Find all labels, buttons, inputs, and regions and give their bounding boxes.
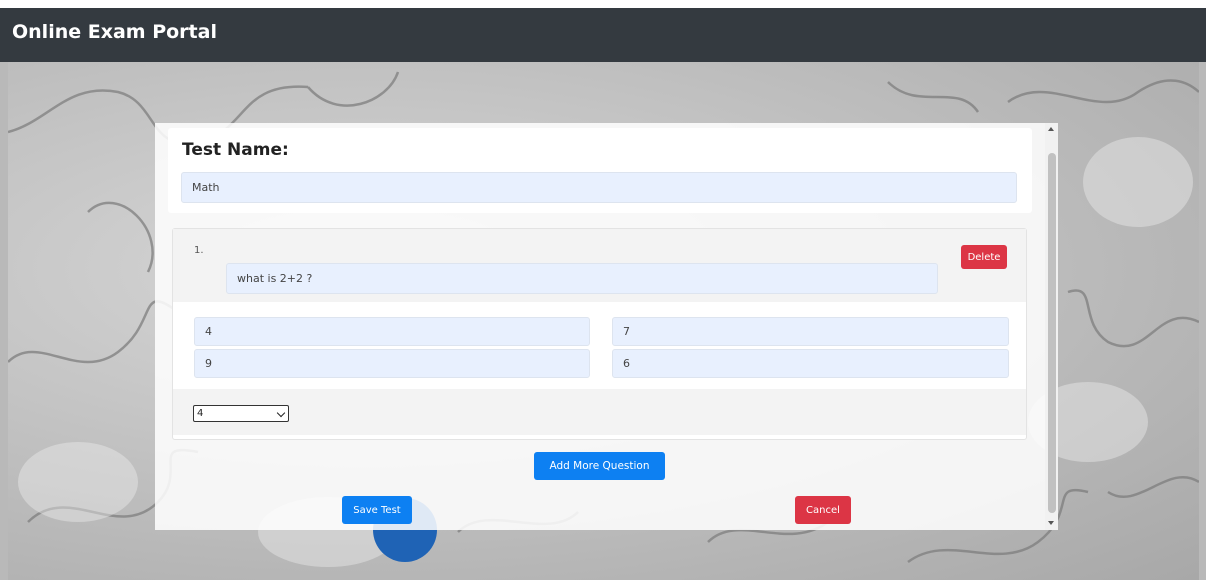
top-strip	[0, 0, 1206, 8]
option-input-2[interactable]: 7	[612, 317, 1009, 346]
create-test-panel: Test Name: Math 1. what is 2+2 ? Delete …	[155, 123, 1058, 530]
question-number: 1.	[194, 245, 204, 256]
test-name-input[interactable]: Math	[181, 172, 1017, 203]
test-name-label: Test Name:	[182, 140, 289, 160]
chevron-down-icon	[276, 408, 286, 418]
delete-question-button[interactable]: Delete	[961, 245, 1007, 269]
panel-scrollbar[interactable]	[1045, 123, 1058, 530]
option-input-4[interactable]: 6	[612, 349, 1009, 378]
option-input-3[interactable]: 9	[194, 349, 590, 378]
cancel-button[interactable]: Cancel	[795, 496, 851, 524]
navbar: Online Exam Portal	[0, 8, 1206, 62]
answer-select-value: 4	[197, 408, 204, 419]
question-text-input[interactable]: what is 2+2 ?	[226, 263, 938, 294]
answer-select[interactable]: 4	[193, 405, 289, 422]
scroll-up-arrow-icon[interactable]	[1048, 127, 1054, 131]
scroll-down-arrow-icon[interactable]	[1048, 521, 1054, 525]
question-card: 1. what is 2+2 ? Delete 4 7 9 6 4	[172, 228, 1027, 440]
brand-title[interactable]: Online Exam Portal	[12, 21, 217, 43]
scrollbar-thumb[interactable]	[1048, 153, 1056, 513]
save-test-button[interactable]: Save Test	[342, 496, 412, 524]
option-input-1[interactable]: 4	[194, 317, 590, 346]
test-name-card: Test Name: Math	[168, 128, 1032, 213]
answer-row: 4	[173, 389, 1026, 435]
add-question-button[interactable]: Add More Question	[534, 452, 665, 480]
question-header: 1. what is 2+2 ? Delete	[173, 229, 1026, 302]
